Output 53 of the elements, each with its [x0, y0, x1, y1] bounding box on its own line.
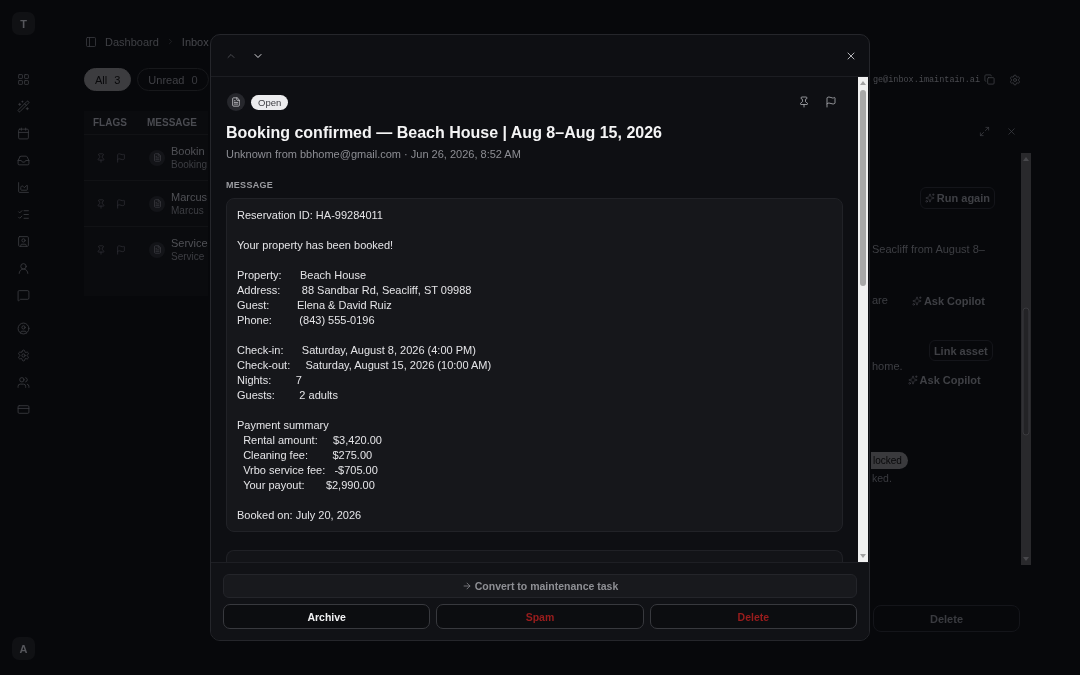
run-again-button[interactable]: Run again: [919, 187, 995, 209]
settings-icon[interactable]: [1009, 73, 1021, 86]
user-avatar[interactable]: A: [12, 637, 35, 660]
account-icon[interactable]: [17, 322, 30, 335]
column-header: MESSAGE: [146, 117, 198, 128]
expand-icon[interactable]: [979, 125, 990, 137]
chat-icon[interactable]: [17, 289, 30, 302]
copy-icon[interactable]: [984, 74, 995, 85]
contact-icon[interactable]: [17, 235, 30, 248]
pin-icon[interactable]: [798, 96, 810, 108]
person-icon[interactable]: [17, 262, 30, 275]
grid-icon[interactable]: [17, 73, 30, 86]
message-body: Reservation ID: HA-99284011 Your property has been booked! Property: Beach House Address: 88 Sandbar Rd, Seacliff, ST 09988 Guest: Elena & David Ruiz Phone: (843) 555-0196 Check-in: Saturday, August 8, 2026 (4:00 PM) Check-out: Saturday, August 15, 2026 (10:00 AM) Nights: 7 Guests: 2 adults Payment summary Rental amount: $3,420.00 Cleaning fee: $275.00 Vrbo service fee: -$705.00 Your payout: $2,990.00 Booked on: July 20, 2026: [226, 198, 843, 532]
link-asset-button[interactable]: Link asset: [928, 340, 993, 361]
status-badge: Open: [251, 94, 289, 110]
checklist-icon[interactable]: [17, 208, 30, 221]
scrollbar[interactable]: [1021, 153, 1031, 565]
wand-icon[interactable]: [17, 100, 30, 113]
calendar-icon[interactable]: [17, 127, 30, 140]
ask-copilot-button[interactable]: Ask Copilot: [902, 371, 986, 389]
breadcrumb-current: Inbox: [181, 35, 209, 48]
document-icon: [149, 241, 165, 258]
section-label: MESSAGE: [226, 180, 274, 191]
message-title: Service: [171, 236, 208, 250]
suggestion-text: home.: [871, 359, 903, 374]
document-icon: [227, 93, 245, 111]
convert-button[interactable]: Convert to maintenance task: [223, 574, 857, 598]
scrollbar[interactable]: [858, 77, 868, 562]
sidebar-toggle-icon[interactable]: [85, 35, 97, 48]
sparkle-icon: [907, 375, 918, 385]
arrow-right-icon: [461, 581, 472, 591]
delete-button[interactable]: Delete: [649, 604, 857, 629]
ask-copilot-button[interactable]: Ask Copilot: [906, 292, 990, 310]
column-header: FLAGS: [92, 117, 128, 128]
message-meta: Unknown from bbhome@gmail.com · Jun 26, 2026, 8:52 AM: [226, 147, 522, 161]
settings-icon[interactable]: [17, 349, 30, 362]
inbox-icon[interactable]: [17, 154, 30, 167]
message-title: Bookin: [171, 144, 206, 158]
sparkle-icon: [911, 296, 922, 306]
document-icon: [149, 195, 165, 212]
message-title: Marcus: [171, 190, 208, 204]
flag-icon[interactable]: [825, 96, 837, 108]
document-icon: [149, 149, 165, 166]
spam-button[interactable]: Spam: [436, 604, 644, 629]
people-icon[interactable]: [17, 376, 30, 389]
breadcrumb-link[interactable]: Dashboard: [105, 35, 159, 48]
inbox-address: ge@inbox.imaintain.ai: [872, 74, 980, 85]
dialog-title: Booking confirmed — Beach House | Aug 8–Aug 15, 2026: [226, 123, 663, 143]
archive-button[interactable]: Archive: [223, 604, 431, 629]
app-logo[interactable]: T: [12, 12, 35, 35]
card-icon[interactable]: [17, 403, 30, 416]
sparkle-icon: [924, 193, 935, 203]
chart-icon[interactable]: [17, 181, 30, 194]
